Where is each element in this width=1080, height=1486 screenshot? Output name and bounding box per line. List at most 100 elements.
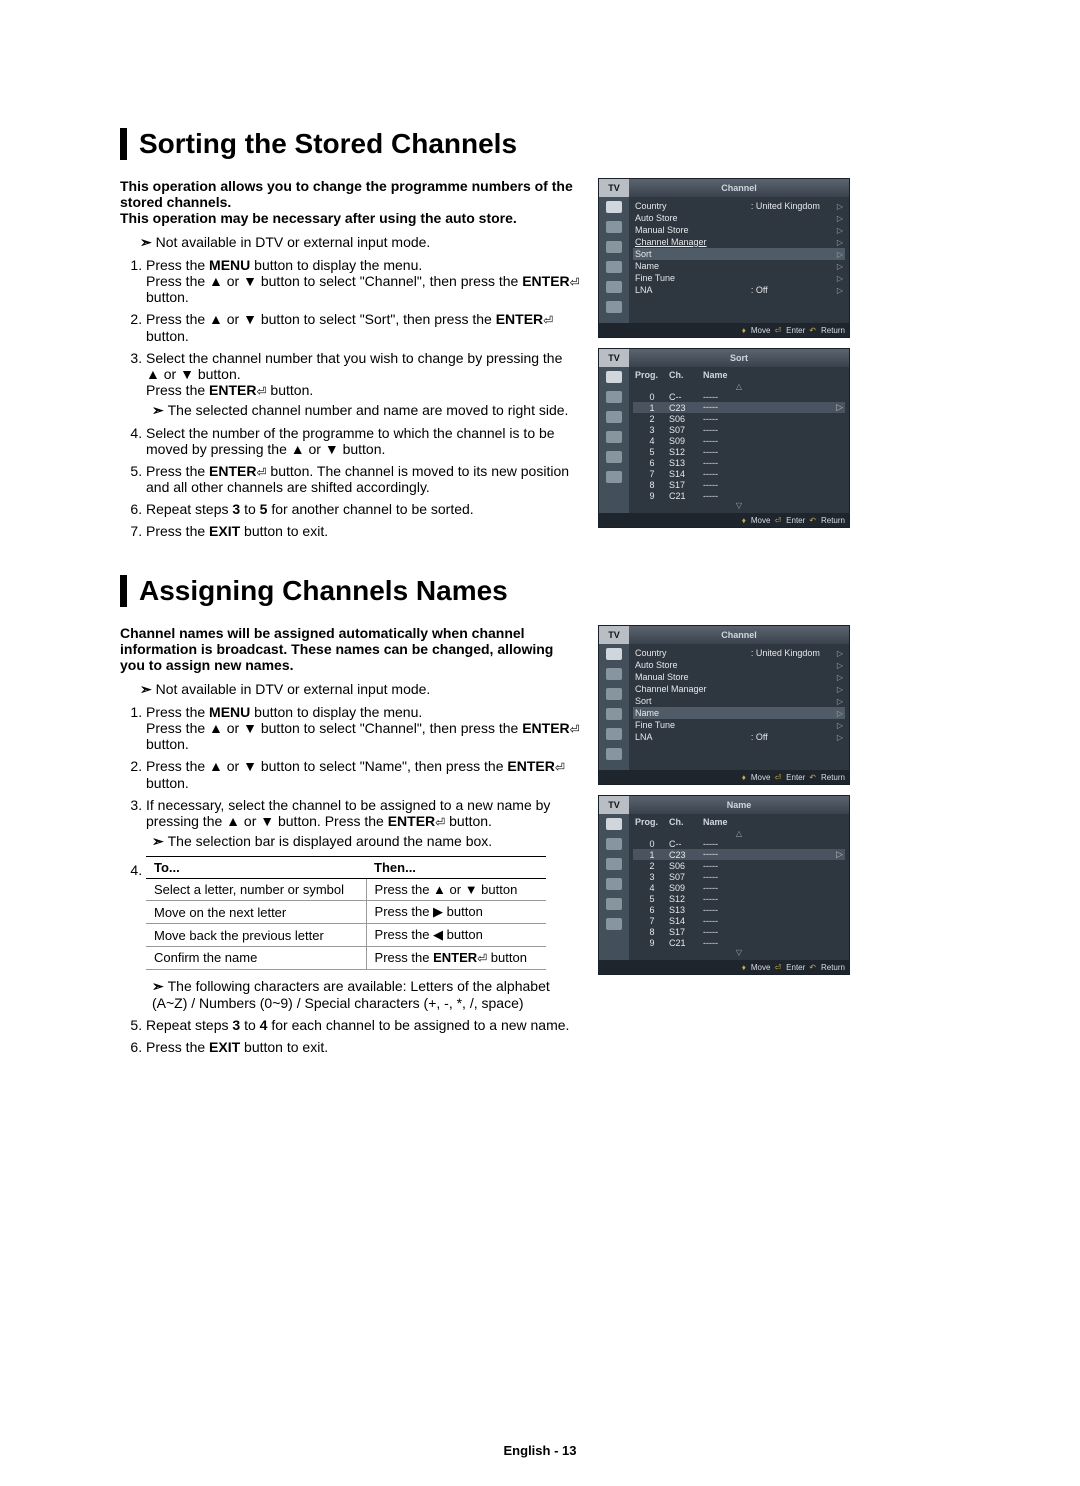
step-3: Select the channel number that you wish … bbox=[146, 350, 580, 419]
dtv-icon bbox=[606, 471, 622, 483]
channel-row[interactable]: 4S09----- bbox=[633, 882, 845, 893]
table-row: Move on the next letterPress the ▶ butto… bbox=[146, 901, 546, 924]
enter-icon: ⏎ bbox=[543, 314, 553, 328]
table-row: Select a letter, number or symbolPress t… bbox=[146, 879, 546, 901]
channel-row[interactable]: 2S06----- bbox=[633, 860, 845, 871]
dtv-icon bbox=[606, 748, 622, 760]
s2-step-3: If necessary, select the channel to be a… bbox=[146, 797, 580, 850]
sound-icon bbox=[606, 221, 622, 233]
menu-manual-store[interactable]: Manual Store▷ bbox=[633, 671, 845, 683]
osd-main-1: Country: United Kingdom▷ Auto Store▷ Man… bbox=[629, 197, 849, 323]
channel-row[interactable]: 8S17----- bbox=[633, 926, 845, 937]
channel-row[interactable]: 4S09----- bbox=[633, 435, 845, 446]
scroll-up-icon: △ bbox=[633, 382, 845, 391]
page-footer: English - 13 bbox=[0, 1443, 1080, 1458]
channel-icon bbox=[606, 241, 622, 253]
channel-icon bbox=[606, 858, 622, 870]
menu-fine-tune[interactable]: Fine Tune▷ bbox=[633, 272, 845, 284]
osd-column-2: TV Channel Country: United Kingdom▷ A bbox=[598, 625, 850, 985]
step-1: Press the MENU button to display the men… bbox=[146, 257, 580, 305]
osd-channel-name: TV Channel Country: United Kingdom▷ A bbox=[598, 625, 850, 785]
step-6: Repeat steps 3 to 5 for another channel … bbox=[146, 501, 580, 517]
sound-icon bbox=[606, 391, 622, 403]
s2-step-5: Repeat steps 3 to 4 for each channel to … bbox=[146, 1017, 580, 1033]
menu-auto-store[interactable]: Auto Store▷ bbox=[633, 212, 845, 224]
input-icon bbox=[606, 451, 622, 463]
section2-text: Channel names will be assigned automatic… bbox=[120, 625, 580, 1060]
channel-row[interactable]: 1C23----- bbox=[633, 402, 845, 413]
osd-column-1: TV Channel Country: United Kingdom▷ A bbox=[598, 178, 850, 538]
table-row: Move back the previous letterPress the ◀… bbox=[146, 924, 546, 947]
osd-name-list: TV Name Prog. Ch. bbox=[598, 795, 850, 975]
menu-name[interactable]: Name▷ bbox=[633, 707, 845, 719]
channel-row[interactable]: 1C23----- bbox=[633, 849, 845, 860]
menu-lna[interactable]: LNA: Off▷ bbox=[633, 731, 845, 743]
name-rows: 0C-------1C23-----2S06-----3S07-----4S09… bbox=[633, 838, 845, 948]
menu-channel-manager[interactable]: Channel Manager▷ bbox=[633, 683, 845, 695]
input-icon bbox=[606, 281, 622, 293]
input-icon bbox=[606, 728, 622, 740]
channel-row[interactable]: 6S13----- bbox=[633, 904, 845, 915]
menu-name[interactable]: Name▷ bbox=[633, 260, 845, 272]
action-table: To... Then... Select a letter, number or… bbox=[146, 856, 546, 970]
input-icon bbox=[606, 898, 622, 910]
section1-row: This operation allows you to change the … bbox=[120, 178, 980, 545]
menu-channel-manager[interactable]: Channel Manager▷ bbox=[633, 236, 845, 248]
th-then: Then... bbox=[366, 857, 546, 879]
intro-1: This operation allows you to change the … bbox=[120, 178, 580, 226]
menu-lna[interactable]: LNA: Off▷ bbox=[633, 284, 845, 296]
menu-auto-store[interactable]: Auto Store▷ bbox=[633, 659, 845, 671]
s2-step3-subnote: The selection bar is displayed around th… bbox=[152, 833, 580, 850]
s2-step-6: Press the EXIT button to exit. bbox=[146, 1039, 580, 1055]
menu-sort[interactable]: Sort▷ bbox=[633, 695, 845, 707]
scroll-down-icon: ▽ bbox=[633, 501, 845, 510]
channel-row[interactable]: 8S17----- bbox=[633, 479, 845, 490]
scroll-down-icon: ▽ bbox=[633, 948, 845, 957]
menu-sort[interactable]: Sort▷ bbox=[633, 248, 845, 260]
dtv-icon bbox=[606, 301, 622, 313]
enter-icon: ⏎ bbox=[570, 722, 580, 736]
step-4: Select the number of the programme to wh… bbox=[146, 425, 580, 457]
step3-subnote: The selected channel number and name are… bbox=[152, 402, 580, 419]
name-list-header: Prog. Ch. Name bbox=[633, 817, 845, 829]
osd-tv-label: TV bbox=[599, 179, 629, 197]
th-to: To... bbox=[146, 857, 366, 879]
channel-row[interactable]: 9C21----- bbox=[633, 490, 845, 501]
channel-row[interactable]: 2S06----- bbox=[633, 413, 845, 424]
channel-row[interactable]: 0C------- bbox=[633, 391, 845, 402]
enter-icon: ⏎ bbox=[435, 815, 445, 829]
intro-line2: This operation may be necessary after us… bbox=[120, 210, 517, 226]
table-row: Confirm the namePress the ENTER⏎ button bbox=[146, 947, 546, 970]
scroll-up-icon: △ bbox=[633, 829, 845, 838]
osd-sidebar-icons bbox=[599, 197, 629, 323]
channel-row[interactable]: 9C21----- bbox=[633, 937, 845, 948]
enter-icon: ⏎ bbox=[570, 275, 580, 289]
s2-step-2: Press the ▲ or ▼ button to select "Name"… bbox=[146, 758, 580, 790]
note-dtv-1: Not available in DTV or external input m… bbox=[140, 234, 580, 251]
setup-icon bbox=[606, 261, 622, 273]
menu-country[interactable]: Country: United Kingdom▷ bbox=[633, 647, 845, 659]
steps-list-2: Press the MENU button to display the men… bbox=[120, 704, 580, 1054]
menu-fine-tune[interactable]: Fine Tune▷ bbox=[633, 719, 845, 731]
setup-icon bbox=[606, 878, 622, 890]
step-7: Press the EXIT button to exit. bbox=[146, 523, 580, 539]
channel-row[interactable]: 0C------- bbox=[633, 838, 845, 849]
s2-step-4: To... Then... Select a letter, number or… bbox=[146, 856, 580, 1011]
menu-country[interactable]: Country: United Kingdom▷ bbox=[633, 200, 845, 212]
menu-manual-store[interactable]: Manual Store▷ bbox=[633, 224, 845, 236]
dtv-icon bbox=[606, 918, 622, 930]
intro-2: Channel names will be assigned automatic… bbox=[120, 625, 580, 673]
picture-mode-icon bbox=[606, 201, 622, 213]
channel-row[interactable]: 7S14----- bbox=[633, 915, 845, 926]
enter-icon: ⏎ bbox=[256, 465, 266, 479]
steps-list-1: Press the MENU button to display the men… bbox=[120, 257, 580, 539]
channel-row[interactable]: 7S14----- bbox=[633, 468, 845, 479]
channel-row[interactable]: 6S13----- bbox=[633, 457, 845, 468]
channel-row[interactable]: 5S12----- bbox=[633, 446, 845, 457]
channel-row[interactable]: 3S07----- bbox=[633, 871, 845, 882]
setup-icon bbox=[606, 431, 622, 443]
intro-line1: This operation allows you to change the … bbox=[120, 178, 573, 210]
channel-row[interactable]: 5S12----- bbox=[633, 893, 845, 904]
enter-icon: ⏎ bbox=[555, 761, 565, 775]
channel-row[interactable]: 3S07----- bbox=[633, 424, 845, 435]
